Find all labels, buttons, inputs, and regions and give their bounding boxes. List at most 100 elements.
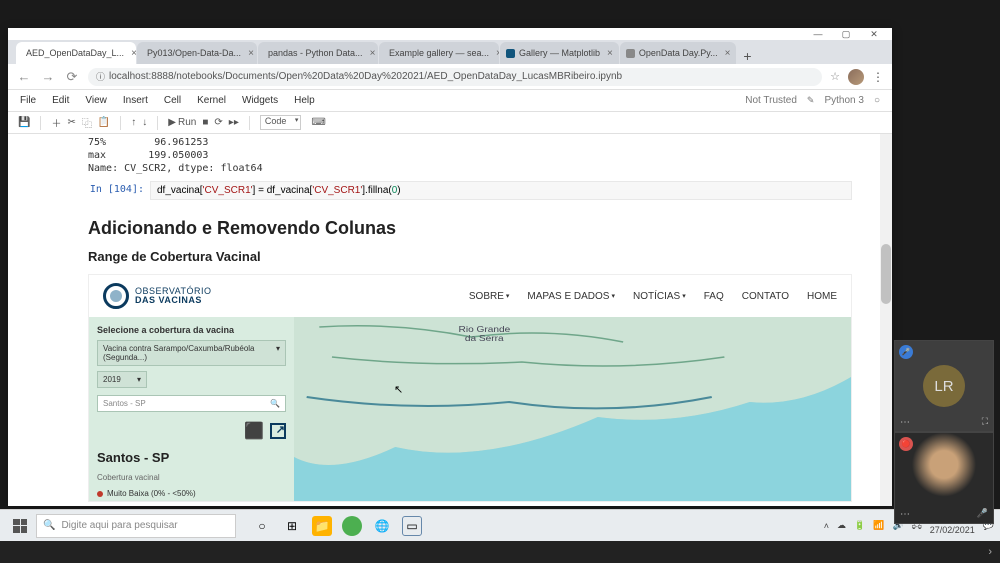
menu-view[interactable]: View	[85, 95, 107, 106]
move-up-icon[interactable]: ↑	[131, 117, 136, 128]
nav-sobre[interactable]: SOBRE▾	[469, 291, 510, 302]
minimize-button[interactable]: —	[804, 29, 832, 39]
nav-faq[interactable]: FAQ	[704, 291, 724, 302]
scrollbar[interactable]	[880, 134, 892, 506]
meeting-toolbar: ›	[0, 541, 1000, 563]
cell-type-select[interactable]: Code	[260, 115, 302, 130]
menu-file[interactable]: File	[20, 95, 36, 106]
tab-label: OpenData Day.Py...	[639, 48, 718, 58]
nav-home[interactable]: HOME	[807, 291, 837, 302]
menu-kernel[interactable]: Kernel	[197, 95, 226, 106]
profile-avatar[interactable]	[848, 69, 864, 85]
site-logo[interactable]: OBSERVATÓRIO DAS VACINAS	[103, 283, 212, 309]
menu-edit[interactable]: Edit	[52, 95, 69, 106]
logo-icon	[103, 283, 129, 309]
tab-3[interactable]: Example gallery — sea...×	[379, 42, 499, 64]
code-cell[interactable]: In [104]: df_vacina['CV_SCR1'] = df_vaci…	[88, 181, 852, 200]
next-icon[interactable]: ›	[988, 546, 992, 558]
run-button[interactable]: ▶ Run	[168, 117, 196, 128]
map-canvas[interactable]: Rio Grande da Serra	[294, 317, 851, 501]
code-input[interactable]: df_vacina['CV_SCR1'] = df_vacina['CV_SCR…	[150, 181, 852, 200]
heading-2: Adicionando e Removendo Colunas	[88, 218, 852, 239]
start-button[interactable]	[6, 514, 34, 538]
site-header: OBSERVATÓRIO DAS VACINAS SOBRE▾ MAPAS E …	[89, 275, 851, 317]
expand-icon[interactable]: ⛶	[982, 416, 988, 427]
menu-insert[interactable]: Insert	[123, 95, 148, 106]
legend-title: Cobertura vacinal	[97, 473, 286, 482]
tray-chevron-icon[interactable]: ˄	[824, 521, 829, 531]
year-select[interactable]: 2019▾	[97, 371, 147, 388]
fastforward-icon[interactable]: ▸▸	[229, 117, 239, 128]
move-down-icon[interactable]: ↓	[142, 117, 147, 128]
close-icon[interactable]: ×	[725, 48, 731, 59]
participant-tile[interactable]: 🎤 LR ⋯ ⛶	[894, 340, 994, 432]
city-search[interactable]: Santos - SP🔍	[97, 395, 286, 412]
onedrive-icon[interactable]: ☁	[837, 520, 846, 531]
nav-mapas[interactable]: MAPAS E DADOS▾	[527, 291, 615, 302]
external-link-icon[interactable]	[270, 423, 286, 439]
explorer-icon[interactable]: 📁	[312, 516, 332, 536]
tab-2[interactable]: pandas - Python Data...×	[258, 42, 378, 64]
cut-icon[interactable]: ✂	[67, 117, 75, 128]
mute-icon[interactable]: 🎤	[977, 508, 988, 519]
address-bar[interactable]: ⓘ localhost:8888/notebooks/Documents/Ope…	[88, 68, 822, 86]
tab-4[interactable]: Gallery — Matplotlib×	[500, 42, 619, 64]
app-icon[interactable]	[342, 516, 362, 536]
tab-5[interactable]: OpenData Day.Py... ×	[620, 42, 737, 64]
restart-icon[interactable]: ⟳	[214, 117, 222, 128]
brazil-map-icon[interactable]: ⬛	[244, 421, 264, 441]
menu-help[interactable]: Help	[294, 95, 315, 106]
cortana-icon[interactable]: ○	[252, 516, 272, 536]
menu-cell[interactable]: Cell	[164, 95, 181, 106]
forward-button[interactable]: →	[40, 69, 56, 84]
pencil-icon[interactable]: ✎	[807, 95, 815, 106]
wifi-icon[interactable]: 📶	[873, 520, 884, 531]
maximize-button[interactable]: ▢	[832, 29, 860, 39]
participant-tile[interactable]: 🔴 ⋯ 🎤	[894, 432, 994, 524]
close-icon[interactable]: ×	[248, 48, 254, 59]
add-cell-icon[interactable]: ＋	[51, 115, 61, 130]
chrome-icon[interactable]: 🌐	[372, 516, 392, 536]
reload-button[interactable]: ⟳	[64, 69, 80, 85]
kernel-name[interactable]: Python 3	[824, 95, 863, 106]
svg-text:da Serra: da Serra	[465, 334, 505, 343]
info-icon: ⓘ	[96, 70, 105, 83]
tab-1[interactable]: Py013/Open-Data-Da...×	[137, 42, 257, 64]
close-icon[interactable]: ×	[370, 48, 376, 59]
stop-icon[interactable]: ■	[202, 117, 208, 128]
mpl-icon	[506, 49, 515, 58]
url-toolbar: ← → ⟳ ⓘ localhost:8888/notebooks/Documen…	[8, 64, 892, 90]
menu-icon[interactable]: ⋮	[872, 70, 884, 84]
windows-taskbar: 🔍Digite aqui para pesquisar ○ ⊞ 📁 🌐 ▭ ˄ …	[0, 509, 1000, 541]
app-icon-2[interactable]: ▭	[402, 516, 422, 536]
vaccine-select[interactable]: Vacina contra Sarampo/Caxumba/Rubéola (S…	[97, 340, 286, 366]
tab-0[interactable]: AED_OpenDataDay_L...×	[16, 42, 136, 64]
scrollbar-thumb[interactable]	[881, 244, 891, 304]
command-palette-icon[interactable]: ⌨	[311, 117, 325, 128]
save-icon[interactable]: 💾	[18, 117, 30, 128]
more-icon[interactable]: ⋯	[900, 417, 910, 428]
nav-noticias[interactable]: NOTÍCIAS▾	[633, 291, 686, 302]
notebook-body[interactable]: 75% 96.961253 max 199.050003 Name: CV_SC…	[8, 134, 892, 506]
battery-icon[interactable]: 🔋	[854, 520, 865, 531]
nav-contato[interactable]: CONTATO	[742, 291, 789, 302]
search-icon: 🔍	[270, 399, 280, 408]
close-button[interactable]: ✕	[860, 29, 888, 39]
search-icon: 🔍	[43, 520, 55, 531]
bookmark-icon[interactable]: ☆	[830, 70, 840, 83]
close-icon[interactable]: ×	[496, 48, 499, 59]
legend-item: Muito Baixa (0% - <50%)	[97, 489, 286, 498]
close-icon[interactable]: ×	[131, 48, 136, 59]
menu-widgets[interactable]: Widgets	[242, 95, 278, 106]
close-icon[interactable]: ×	[607, 48, 613, 59]
avatar: LR	[923, 365, 965, 407]
back-button[interactable]: ←	[16, 69, 32, 84]
taskbar-search[interactable]: 🔍Digite aqui para pesquisar	[36, 514, 236, 538]
copy-icon[interactable]: ⿻	[82, 115, 92, 130]
new-tab-button[interactable]: +	[737, 48, 757, 64]
browser-window: — ▢ ✕ AED_OpenDataDay_L...× Py013/Open-D…	[8, 28, 892, 506]
taskview-icon[interactable]: ⊞	[282, 516, 302, 536]
more-icon[interactable]: ⋯	[900, 509, 910, 520]
trust-indicator[interactable]: Not Trusted	[745, 95, 797, 106]
paste-icon[interactable]: 📋	[98, 117, 110, 128]
